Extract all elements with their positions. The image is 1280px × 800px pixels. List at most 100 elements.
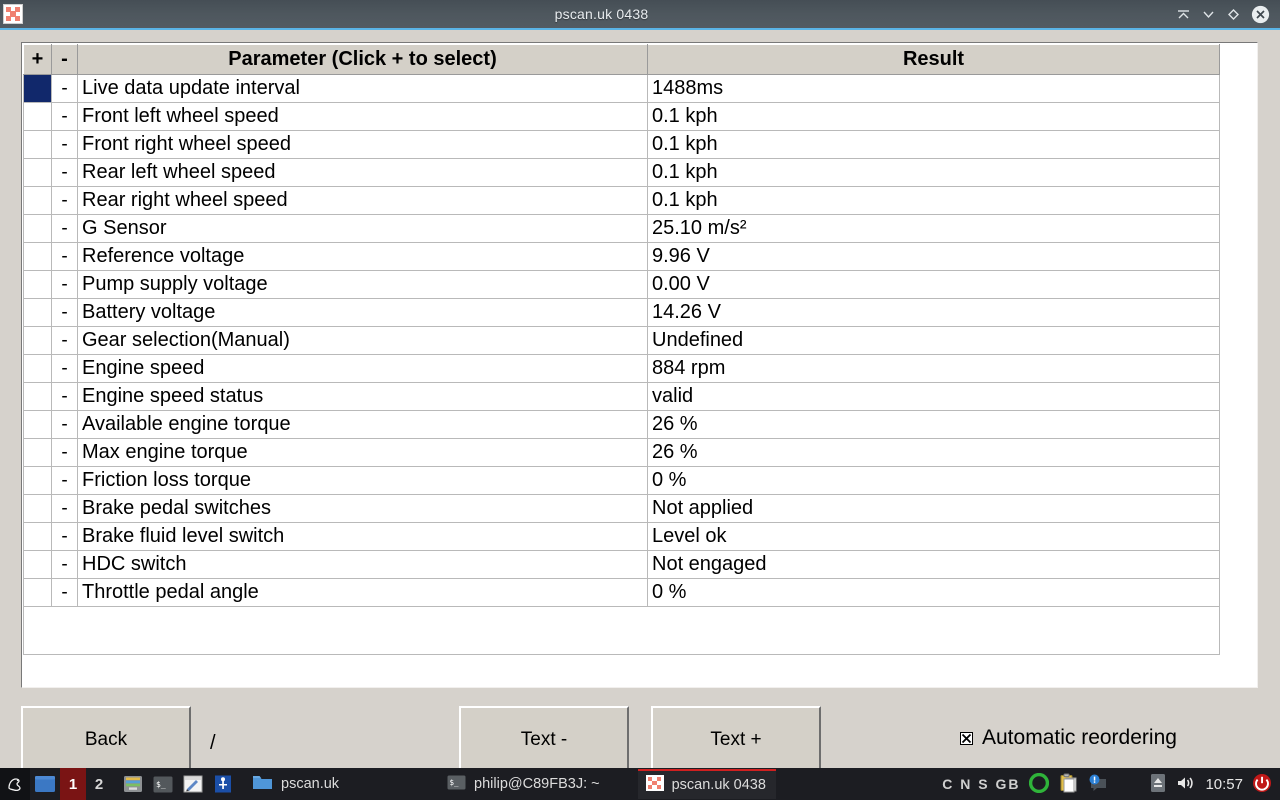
parameter-result-cell: valid <box>647 382 1220 411</box>
column-header-plus[interactable]: + <box>23 44 52 75</box>
window-titlebar[interactable]: pscan.uk 0438 <box>0 0 1280 30</box>
parameter-result-cell: 14.26 V <box>647 298 1220 327</box>
table-row[interactable]: - Rear left wheel speed 0.1 kph <box>23 158 1220 187</box>
table-row[interactable]: - Engine speed 884 rpm <box>23 354 1220 383</box>
row-select-plus-cell[interactable] <box>23 242 52 271</box>
row-deselect-minus-cell[interactable]: - <box>51 354 78 383</box>
green-dash-icon[interactable] <box>1029 772 1050 796</box>
row-select-plus-cell[interactable] <box>23 522 52 551</box>
network-icon[interactable] <box>208 768 238 800</box>
table-row[interactable]: - Front right wheel speed 0.1 kph <box>23 130 1220 159</box>
back-button[interactable]: Back <box>21 706 191 774</box>
row-select-plus-cell[interactable] <box>23 214 52 243</box>
row-select-plus-cell[interactable] <box>23 578 52 607</box>
power-icon[interactable] <box>1252 773 1272 796</box>
row-select-plus-cell[interactable] <box>23 466 52 495</box>
taskbar-window-pscan-folder[interactable]: pscan.uk <box>244 769 349 799</box>
table-row[interactable]: - Brake pedal switches Not applied <box>23 494 1220 523</box>
table-row[interactable]: - Rear right wheel speed 0.1 kph <box>23 186 1220 215</box>
row-select-plus-cell[interactable] <box>23 550 52 579</box>
parameter-result-cell: Not engaged <box>647 550 1220 579</box>
desktop-2-button[interactable]: 2 <box>86 768 112 800</box>
text-decrease-button[interactable]: Text - <box>459 706 629 774</box>
taskbar-window-terminal[interactable]: $_ philip@C89FB3J: ~ <box>439 769 610 799</box>
parameter-result-cell: 25.10 m/s² <box>647 214 1220 243</box>
keyboard-indicators[interactable]: C N S GB <box>942 776 1020 792</box>
update-alert-icon[interactable] <box>1087 774 1107 795</box>
row-deselect-minus-cell[interactable]: - <box>51 214 78 243</box>
table-row[interactable]: - Pump supply voltage 0.00 V <box>23 270 1220 299</box>
row-deselect-minus-cell[interactable]: - <box>51 130 78 159</box>
row-select-plus-cell[interactable] <box>23 130 52 159</box>
row-select-plus-cell[interactable] <box>23 186 52 215</box>
row-deselect-minus-cell[interactable]: - <box>51 550 78 579</box>
bird-menu-icon[interactable] <box>0 768 30 800</box>
table-row[interactable]: -G Sensor 25.10 m/s² <box>23 214 1220 243</box>
row-deselect-minus-cell[interactable]: - <box>51 102 78 131</box>
row-select-plus-cell[interactable] <box>23 382 52 411</box>
row-select-plus-cell[interactable] <box>23 298 52 327</box>
row-deselect-minus-cell[interactable]: - <box>51 74 78 103</box>
parameter-name-cell: Brake fluid level switch <box>77 522 648 551</box>
row-deselect-minus-cell[interactable]: - <box>51 326 78 355</box>
desktop-1-button[interactable]: 1 <box>60 768 86 800</box>
row-select-plus-cell[interactable] <box>23 102 52 131</box>
row-select-plus-cell[interactable] <box>23 410 52 439</box>
text-increase-button[interactable]: Text + <box>651 706 821 774</box>
row-deselect-minus-cell[interactable]: - <box>51 578 78 607</box>
row-select-plus-cell[interactable] <box>23 158 52 187</box>
row-select-plus-cell[interactable] <box>23 438 52 467</box>
eject-icon[interactable] <box>1149 773 1167 796</box>
table-row[interactable]: - Live data update interval 1488ms <box>23 74 1220 103</box>
terminal-icon[interactable]: $_ <box>148 768 178 800</box>
column-header-parameter[interactable]: Parameter (Click + to select) <box>77 44 648 75</box>
diamond-icon[interactable] <box>1226 7 1241 22</box>
table-row[interactable]: - Available engine torque 26 % <box>23 410 1220 439</box>
taskbar-window-pscan-active[interactable]: pscan.uk 0438 <box>637 769 776 799</box>
speaker-icon[interactable] <box>1176 774 1196 795</box>
column-header-minus[interactable]: - <box>51 44 78 75</box>
file-manager-icon[interactable] <box>118 768 148 800</box>
table-row[interactable]: - Front left wheel speed 0.1 kph <box>23 102 1220 131</box>
parameter-name-cell: Reference voltage <box>77 242 648 271</box>
text-editor-icon[interactable] <box>178 768 208 800</box>
table-row[interactable]: - Max engine torque 26 % <box>23 438 1220 467</box>
show-desktop-icon[interactable] <box>30 768 60 800</box>
table-row[interactable]: - Reference voltage 9.96 V <box>23 242 1220 271</box>
row-deselect-minus-cell[interactable]: - <box>51 438 78 467</box>
row-select-plus-cell[interactable] <box>23 74 52 103</box>
row-deselect-minus-cell[interactable]: - <box>51 494 78 523</box>
svg-text:$_: $_ <box>450 778 460 787</box>
row-select-plus-cell[interactable] <box>23 326 52 355</box>
automatic-reordering-row[interactable]: Automatic reordering <box>960 726 1177 750</box>
clipboard-icon[interactable] <box>1058 773 1078 796</box>
table-row[interactable]: - HDC switch Not engaged <box>23 550 1220 579</box>
row-deselect-minus-cell[interactable]: - <box>51 466 78 495</box>
close-icon[interactable] <box>1251 5 1270 24</box>
window-title: pscan.uk 0438 <box>554 6 649 22</box>
clock[interactable]: 10:57 <box>1205 776 1243 793</box>
row-select-plus-cell[interactable] <box>23 494 52 523</box>
row-deselect-minus-cell[interactable]: - <box>51 522 78 551</box>
automatic-reordering-checkbox[interactable] <box>960 731 973 745</box>
chevron-down-icon[interactable] <box>1201 7 1216 22</box>
table-row[interactable]: - Brake fluid level switch Level ok <box>23 522 1220 551</box>
row-deselect-minus-cell[interactable]: - <box>51 158 78 187</box>
table-header-row: + - Parameter (Click + to select) Result <box>23 44 1220 75</box>
table-row[interactable]: - Gear selection(Manual) Undefined <box>23 326 1220 355</box>
column-header-result[interactable]: Result <box>647 44 1220 75</box>
row-select-plus-cell[interactable] <box>23 270 52 299</box>
table-row[interactable]: - Friction loss torque 0 % <box>23 466 1220 495</box>
parameter-name-cell: Brake pedal switches <box>77 494 648 523</box>
table-row[interactable]: - Battery voltage 14.26 V <box>23 298 1220 327</box>
table-row[interactable]: - Engine speed status valid <box>23 382 1220 411</box>
row-deselect-minus-cell[interactable]: - <box>51 186 78 215</box>
row-deselect-minus-cell[interactable]: - <box>51 270 78 299</box>
shade-icon[interactable] <box>1176 7 1191 22</box>
row-deselect-minus-cell[interactable]: - <box>51 382 78 411</box>
row-deselect-minus-cell[interactable]: - <box>51 298 78 327</box>
row-deselect-minus-cell[interactable]: - <box>51 242 78 271</box>
table-row[interactable]: - Throttle pedal angle 0 % <box>23 578 1220 607</box>
row-deselect-minus-cell[interactable]: - <box>51 410 78 439</box>
row-select-plus-cell[interactable] <box>23 354 52 383</box>
